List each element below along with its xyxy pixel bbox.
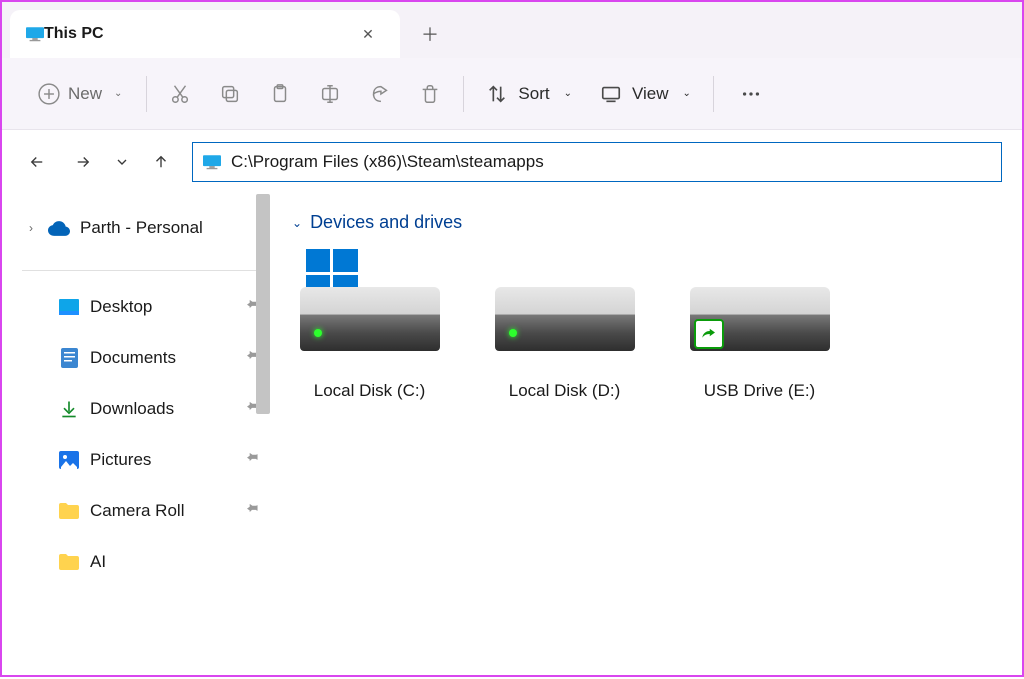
onedrive-icon: [48, 217, 70, 239]
separator: [146, 76, 147, 112]
section-title: Devices and drives: [310, 212, 462, 233]
sidebar-item-label: Desktop: [90, 297, 236, 317]
sidebar-item-label: Pictures: [90, 450, 236, 470]
sidebar-item-camera-roll[interactable]: Camera Roll: [50, 485, 270, 536]
delete-button[interactable]: [405, 72, 455, 116]
separator: [463, 76, 464, 112]
sidebar-item-desktop[interactable]: Desktop: [50, 281, 270, 332]
new-button-label: New: [68, 84, 102, 104]
arrow-left-icon: [28, 153, 46, 171]
chevron-down-icon: ⌄: [114, 88, 122, 99]
copy-button[interactable]: [205, 72, 255, 116]
sidebar-item-pictures[interactable]: Pictures: [50, 434, 270, 485]
share-badge-icon: [694, 319, 724, 349]
sidebar-item-label: Parth - Personal: [80, 218, 260, 238]
drive-label: Local Disk (C:): [314, 381, 425, 401]
drive-item[interactable]: Local Disk (C:): [292, 251, 447, 401]
back-button[interactable]: [22, 147, 52, 177]
view-button[interactable]: View ⌄: [586, 72, 705, 116]
chevron-down-icon: ⌄: [292, 216, 302, 230]
cut-button[interactable]: [155, 72, 205, 116]
drive-visual: [495, 251, 635, 351]
drive-visual: [690, 251, 830, 351]
paste-icon: [269, 83, 291, 105]
sidebar-item-label: Downloads: [90, 399, 236, 419]
sidebar-item-label: Documents: [90, 348, 236, 368]
tab-this-pc[interactable]: This PC ✕: [10, 10, 400, 58]
forward-button[interactable]: [68, 147, 98, 177]
chevron-down-icon: ⌄: [683, 88, 691, 99]
nav-bar: [2, 130, 1022, 194]
sidebar-item-ai[interactable]: AI: [50, 536, 270, 587]
more-button[interactable]: [722, 72, 780, 116]
rename-button[interactable]: [305, 72, 355, 116]
toolbar: New ⌄ So: [2, 58, 1022, 130]
folder-icon: [58, 500, 80, 522]
sidebar-item-onedrive[interactable]: › Parth - Personal: [12, 206, 270, 250]
share-button[interactable]: [355, 72, 405, 116]
drive-label: Local Disk (D:): [509, 381, 620, 401]
chevron-down-icon: ⌄: [564, 88, 572, 99]
pictures-icon: [58, 449, 80, 471]
drive-visual: [300, 251, 440, 351]
sort-label: Sort: [518, 84, 549, 104]
scrollbar-track: [256, 194, 270, 679]
section-devices-drives[interactable]: ⌄ Devices and drives: [292, 212, 1022, 233]
copy-icon: [219, 83, 241, 105]
chevron-down-icon: [114, 153, 130, 171]
sidebar: › Parth - Personal Desktop Documents Downl…: [2, 194, 270, 679]
folder-icon: [58, 551, 80, 573]
address-bar[interactable]: [192, 142, 1002, 182]
plus-circle-icon: [38, 83, 60, 105]
desktop-icon: [58, 296, 80, 318]
arrow-up-icon: [152, 153, 170, 171]
sidebar-item-documents[interactable]: Documents: [50, 332, 270, 383]
separator: [22, 270, 260, 271]
trash-icon: [419, 83, 441, 105]
close-icon[interactable]: ✕: [352, 18, 384, 50]
paste-button[interactable]: [255, 72, 305, 116]
content-area: ⌄ Devices and drives Local Disk (C:) Loca…: [270, 194, 1022, 679]
drive-item[interactable]: USB Drive (E:): [682, 251, 837, 401]
share-icon: [369, 83, 391, 105]
up-button[interactable]: [146, 147, 176, 177]
monitor-icon: [26, 27, 44, 42]
sidebar-item-label: Camera Roll: [90, 501, 236, 521]
arrow-right-icon: [74, 153, 92, 171]
drive-label: USB Drive (E:): [704, 381, 815, 401]
address-input[interactable]: [231, 152, 991, 172]
rename-icon: [319, 83, 341, 105]
new-tab-button[interactable]: ＋: [408, 12, 452, 56]
recent-button[interactable]: [114, 147, 130, 177]
cut-icon: [169, 83, 191, 105]
sidebar-item-label: AI: [90, 552, 260, 572]
drive-item[interactable]: Local Disk (D:): [487, 251, 642, 401]
more-icon: [740, 83, 762, 105]
documents-icon: [58, 347, 80, 369]
new-button[interactable]: New ⌄: [22, 72, 138, 116]
chevron-right-icon[interactable]: ›: [24, 221, 38, 235]
view-icon: [600, 83, 622, 105]
sort-icon: [486, 83, 508, 105]
main-area: › Parth - Personal Desktop Documents Downl…: [2, 194, 1022, 679]
downloads-icon: [58, 398, 80, 420]
view-label: View: [632, 84, 669, 104]
sort-button[interactable]: Sort ⌄: [472, 72, 586, 116]
scrollbar-thumb[interactable]: [256, 194, 270, 414]
tab-title: This PC: [44, 25, 352, 43]
tab-bar: This PC ✕ ＋: [2, 2, 1022, 58]
separator: [713, 76, 714, 112]
sidebar-item-downloads[interactable]: Downloads: [50, 383, 270, 434]
monitor-icon: [203, 155, 221, 170]
